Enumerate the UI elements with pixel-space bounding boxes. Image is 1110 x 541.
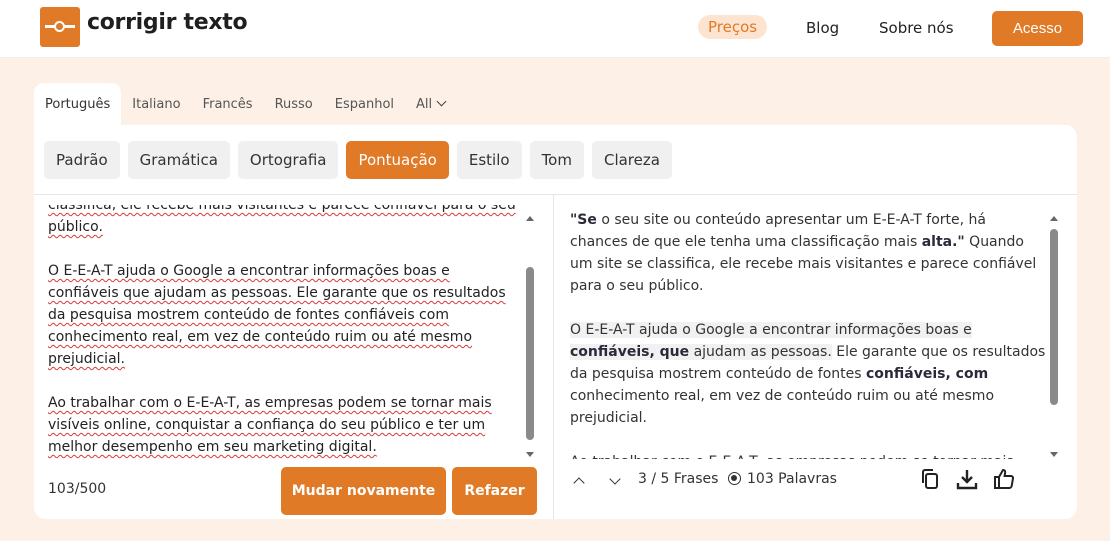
nav-precos[interactable]: Preços bbox=[698, 15, 768, 39]
thumbs-up-icon[interactable] bbox=[992, 467, 1016, 491]
logo-icon[interactable] bbox=[40, 7, 80, 47]
input-line: público. bbox=[48, 219, 103, 235]
editor-card: Padrão Gramática Ortografia Pontuação Es… bbox=[34, 125, 1077, 519]
scroll-down-icon[interactable] bbox=[526, 452, 534, 457]
sentence-counter: 3 / 5 Frases bbox=[638, 471, 719, 487]
nav-blog[interactable]: Blog bbox=[806, 19, 839, 37]
top-header: corrigir texto Preços Blog Sobre nós Ace… bbox=[0, 0, 1110, 58]
scroll-thumb[interactable] bbox=[1050, 229, 1058, 405]
lang-tab-italiano[interactable]: Italiano bbox=[121, 83, 191, 127]
nav-sobre-nos[interactable]: Sobre nós bbox=[879, 19, 954, 37]
output-change: Se bbox=[577, 212, 597, 228]
input-textarea[interactable]: classifica, ele recebe mais visitantes e… bbox=[48, 205, 518, 463]
previous-sentence-icon[interactable] bbox=[573, 477, 585, 489]
output-paragraph: Ao trabalhar com o E-E-A-T, as empresas … bbox=[570, 451, 1048, 459]
lang-tab-frances[interactable]: Francês bbox=[192, 83, 264, 127]
scroll-up-icon[interactable] bbox=[526, 216, 534, 221]
mode-tab-ortografia[interactable]: Ortografia bbox=[237, 141, 339, 179]
output-highlight: ajudam as pessoas. bbox=[689, 344, 832, 360]
lang-dropdown-all[interactable]: All bbox=[405, 83, 456, 127]
language-tabs: Português Italiano Francês Russo Espanho… bbox=[34, 83, 456, 127]
mode-tabs: Padrão Gramática Ortografia Pontuação Es… bbox=[44, 141, 672, 179]
panel-divider bbox=[553, 195, 554, 519]
mudar-novamente-button[interactable]: Mudar novamente bbox=[281, 467, 446, 515]
word-count-radio-icon bbox=[728, 472, 741, 485]
chevron-down-icon bbox=[436, 96, 447, 107]
mode-tab-pontuacao[interactable]: Pontuação bbox=[346, 141, 449, 179]
lang-tab-espanhol[interactable]: Espanhol bbox=[324, 83, 405, 127]
input-paragraph: O E-E-A-T ajuda o Google a encontrar inf… bbox=[48, 263, 506, 367]
output-paragraph: "Se o seu site ou conteúdo apresentar um… bbox=[570, 209, 1048, 297]
output-paragraph: O E-E-A-T ajuda o Google a encontrar inf… bbox=[570, 319, 1048, 429]
output-highlight: O E-E-A-T ajuda o Google a encontrar inf… bbox=[570, 322, 972, 338]
scroll-down-icon[interactable] bbox=[1050, 452, 1058, 457]
output-fragment: conhecimento real, em vez de conteúdo ru… bbox=[570, 388, 995, 426]
output-text: "Se o seu site ou conteúdo apresentar um… bbox=[570, 209, 1048, 459]
input-cut-line: classifica, ele recebe mais visitantes e… bbox=[48, 205, 516, 213]
lang-tab-russo[interactable]: Russo bbox=[264, 83, 324, 127]
mode-tab-gramatica[interactable]: Gramática bbox=[127, 141, 230, 179]
mode-tab-padrao[interactable]: Padrão bbox=[44, 141, 120, 179]
refazer-button[interactable]: Refazer bbox=[452, 467, 537, 515]
scroll-thumb[interactable] bbox=[526, 267, 534, 440]
output-change: alta." bbox=[921, 234, 965, 250]
char-count: 103/500 bbox=[48, 481, 107, 497]
copy-icon[interactable] bbox=[918, 467, 942, 491]
download-icon[interactable] bbox=[955, 467, 979, 491]
output-change: confiáveis, com bbox=[866, 366, 989, 382]
mode-tab-tom[interactable]: Tom bbox=[529, 141, 584, 179]
scroll-up-icon[interactable] bbox=[1050, 216, 1058, 221]
input-paragraph: Ao trabalhar com o E-E-A-T, as empresas … bbox=[48, 395, 492, 455]
input-scrollbar[interactable] bbox=[523, 209, 537, 461]
lang-dropdown-label: All bbox=[416, 97, 433, 112]
input-paragraph: classifica, ele recebe mais visitantes e… bbox=[48, 205, 518, 238]
logo-text[interactable]: corrigir texto bbox=[87, 10, 248, 35]
output-change: confiáveis, que bbox=[570, 344, 690, 360]
acesso-button[interactable]: Acesso bbox=[992, 11, 1083, 46]
output-scrollbar[interactable] bbox=[1047, 209, 1061, 461]
divider bbox=[34, 194, 1077, 195]
mode-tab-clareza[interactable]: Clareza bbox=[591, 141, 672, 179]
word-count: 103 Palavras bbox=[747, 471, 837, 487]
next-sentence-icon[interactable] bbox=[609, 473, 621, 485]
lang-tab-portugues[interactable]: Português bbox=[34, 83, 122, 127]
mode-tab-estilo[interactable]: Estilo bbox=[456, 141, 522, 179]
